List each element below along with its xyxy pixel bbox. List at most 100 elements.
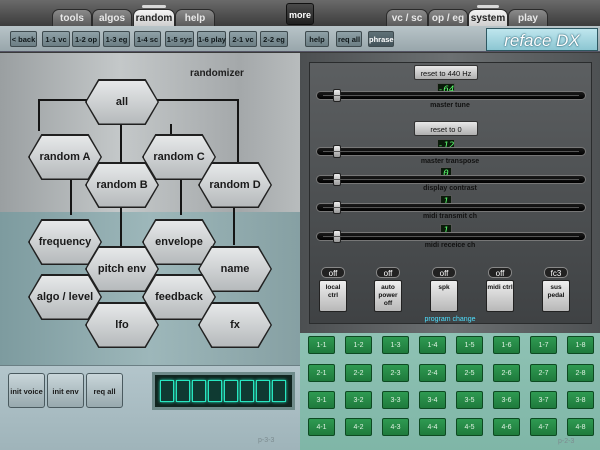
midi-ctrl-toggle[interactable]: midi ctrl <box>486 280 514 312</box>
nav-1-2-op[interactable]: 1-2 op <box>72 31 100 47</box>
program-button-2-6[interactable]: 2-6 <box>493 364 520 382</box>
master-tune-slider[interactable] <box>316 89 586 102</box>
tab-algos[interactable]: algos <box>92 9 132 26</box>
midi-ctrl-value: off <box>488 267 512 278</box>
program-button-3-2[interactable]: 3-2 <box>345 391 372 409</box>
reset-0-button[interactable]: reset to 0 <box>414 121 478 136</box>
program-button-2-4[interactable]: 2-4 <box>419 364 446 382</box>
program-change-title: program change <box>424 316 476 323</box>
program-button-4-4[interactable]: 4-4 <box>419 418 446 436</box>
program-button-2-1[interactable]: 2-1 <box>308 364 335 382</box>
tab-op-eg[interactable]: op / eg <box>428 9 468 26</box>
connector-line <box>237 99 239 165</box>
tab-vc-sc[interactable]: vc / sc <box>386 9 428 26</box>
hex-label: all <box>86 80 158 124</box>
connector-line <box>120 124 122 164</box>
tab-random[interactable]: random <box>133 5 175 26</box>
spk-value: off <box>432 267 456 278</box>
program-button-1-8[interactable]: 1-8 <box>567 336 594 354</box>
program-button-3-7[interactable]: 3-7 <box>530 391 557 409</box>
hex-label: feedback <box>143 275 215 319</box>
sus-pedal-value: fc3 <box>544 267 568 278</box>
hex-lfo[interactable]: lfo <box>85 302 159 348</box>
hex-label: lfo <box>86 303 158 347</box>
program-button-3-3[interactable]: 3-3 <box>382 391 409 409</box>
connector-line <box>233 205 235 245</box>
help-button[interactable]: help <box>305 31 329 47</box>
program-button-3-6[interactable]: 3-6 <box>493 391 520 409</box>
hex-all[interactable]: all <box>85 79 159 125</box>
req-all-button[interactable]: req all <box>86 373 123 408</box>
phrase-button[interactable]: phrase <box>368 31 394 47</box>
hex-label: algo / level <box>29 275 101 319</box>
lcd-segment <box>192 380 206 402</box>
nav-2-1-vc[interactable]: 2-1 vc <box>229 31 257 47</box>
program-button-2-2[interactable]: 2-2 <box>345 364 372 382</box>
slider-knob[interactable] <box>333 145 341 158</box>
sus-pedal-toggle[interactable]: sus pedal <box>542 280 570 312</box>
auto-power-off-toggle[interactable]: auto power off <box>374 280 402 312</box>
page-indicator-left: p-3-3 <box>258 437 275 444</box>
program-button-3-5[interactable]: 3-5 <box>456 391 483 409</box>
program-button-2-7[interactable]: 2-7 <box>530 364 557 382</box>
program-button-2-8[interactable]: 2-8 <box>567 364 594 382</box>
init-env-button[interactable]: init env <box>47 373 84 408</box>
program-button-1-2[interactable]: 1-2 <box>345 336 372 354</box>
tab-tools[interactable]: tools <box>52 9 92 26</box>
slider-knob[interactable] <box>333 89 341 102</box>
program-button-4-1[interactable]: 4-1 <box>308 418 335 436</box>
program-button-4-3[interactable]: 4-3 <box>382 418 409 436</box>
program-button-4-6[interactable]: 4-6 <box>493 418 520 436</box>
hex-frequency[interactable]: frequency <box>28 219 102 265</box>
hex-random-d[interactable]: random D <box>198 162 272 208</box>
more-button[interactable]: more <box>286 3 314 25</box>
program-button-1-5[interactable]: 1-5 <box>456 336 483 354</box>
lcd-segment <box>240 380 254 402</box>
reset-440-button[interactable]: reset to 440 Hz <box>414 65 478 80</box>
program-button-1-6[interactable]: 1-6 <box>493 336 520 354</box>
init-voice-button[interactable]: init voice <box>8 373 45 408</box>
program-button-1-1[interactable]: 1-1 <box>308 336 335 354</box>
program-button-1-4[interactable]: 1-4 <box>419 336 446 354</box>
program-button-4-5[interactable]: 4-5 <box>456 418 483 436</box>
hex-random-b[interactable]: random B <box>85 162 159 208</box>
midi-receive-slider[interactable] <box>316 230 586 243</box>
program-button-2-5[interactable]: 2-5 <box>456 364 483 382</box>
local-ctrl-toggle[interactable]: local ctrl <box>319 280 347 312</box>
program-button-4-7[interactable]: 4-7 <box>530 418 557 436</box>
hex-random-a[interactable]: random A <box>28 134 102 180</box>
nav-1-5-sys[interactable]: 1-5 sys <box>165 31 194 47</box>
hex-pitch-env[interactable]: pitch env <box>85 246 159 292</box>
program-button-1-7[interactable]: 1-7 <box>530 336 557 354</box>
program-button-4-8[interactable]: 4-8 <box>567 418 594 436</box>
auto-power-off-value: off <box>376 267 400 278</box>
local-ctrl-value: off <box>321 267 345 278</box>
connector-line <box>180 180 182 215</box>
req-all-top-button[interactable]: req all <box>336 31 362 47</box>
program-button-2-3[interactable]: 2-3 <box>382 364 409 382</box>
hex-fx[interactable]: fx <box>198 302 272 348</box>
master-transpose-slider[interactable] <box>316 145 586 158</box>
back-button[interactable]: < back <box>10 31 37 47</box>
lcd-segment <box>176 380 190 402</box>
program-button-4-2[interactable]: 4-2 <box>345 418 372 436</box>
connector-line <box>120 205 122 247</box>
nav-1-6-play[interactable]: 1-6 play <box>197 31 226 47</box>
nav-1-1-vc[interactable]: 1-1 vc <box>42 31 70 47</box>
tab-play[interactable]: play <box>508 9 548 26</box>
nav-1-4-sc[interactable]: 1-4 sc <box>134 31 161 47</box>
lcd-segment <box>224 380 238 402</box>
hex-algo-level[interactable]: algo / level <box>28 274 102 320</box>
program-button-1-3[interactable]: 1-3 <box>382 336 409 354</box>
midi-transmit-slider[interactable] <box>316 201 586 214</box>
display-contrast-slider[interactable] <box>316 173 586 186</box>
tab-system[interactable]: system <box>468 5 508 26</box>
program-button-3-1[interactable]: 3-1 <box>308 391 335 409</box>
program-button-3-4[interactable]: 3-4 <box>419 391 446 409</box>
program-button-3-8[interactable]: 3-8 <box>567 391 594 409</box>
spk-toggle[interactable]: spk <box>430 280 458 312</box>
tab-help[interactable]: help <box>175 9 215 26</box>
nav-1-3-eg[interactable]: 1-3 eg <box>103 31 130 47</box>
page-indicator-right: p-2-3 <box>558 438 575 445</box>
nav-2-2-eg[interactable]: 2-2 eg <box>260 31 288 47</box>
